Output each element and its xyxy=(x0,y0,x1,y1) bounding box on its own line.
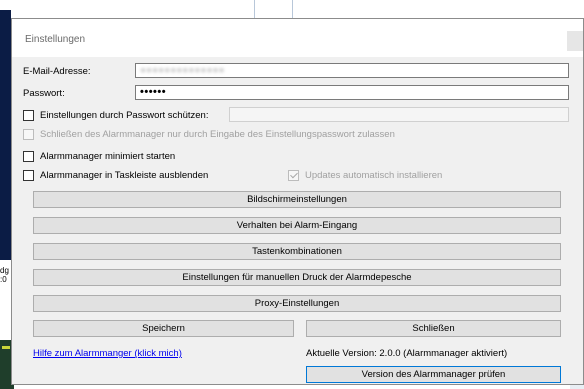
password-label: Passwort: xyxy=(23,88,65,99)
background-divider xyxy=(254,0,255,18)
dialog-titlebar[interactable]: Einstellungen xyxy=(12,19,583,57)
settings-password-field[interactable] xyxy=(229,107,569,122)
current-version-text: Aktuelle Version: 2.0.0 (Alarmmanager ak… xyxy=(306,348,508,359)
background-text: dg :0 xyxy=(0,266,9,284)
manual-print-settings-button[interactable]: Einstellungen für manuellen Druck der Al… xyxy=(33,269,561,286)
background-text-line: dg xyxy=(0,266,9,275)
screen-settings-button[interactable]: Bildschirmeinstellungen xyxy=(33,191,561,208)
background-text-line: :0 xyxy=(0,275,7,284)
close-only-with-password-checkbox[interactable] xyxy=(23,129,34,140)
window-close-button[interactable] xyxy=(567,31,583,51)
background-divider xyxy=(292,0,293,18)
email-value: ●●●●●●●●●●●●●● xyxy=(140,65,225,76)
password-field[interactable]: •••••• xyxy=(135,85,569,100)
start-minimized-label: Alarmmanager minimiert starten xyxy=(40,151,176,162)
dialog-title: Einstellungen xyxy=(25,34,86,45)
check-version-button[interactable]: Version des Alarmmanager prüfen xyxy=(306,366,561,383)
hide-in-taskbar-checkbox[interactable] xyxy=(23,170,34,181)
background-window-top xyxy=(0,0,584,18)
proxy-settings-button[interactable]: Proxy-Einstellungen xyxy=(33,295,561,312)
protect-settings-label: Einstellungen durch Passwort schützen: xyxy=(40,110,209,121)
key-combinations-button[interactable]: Tastenkombinationen xyxy=(33,243,561,260)
password-value: •••••• xyxy=(140,86,167,98)
alarm-behavior-button[interactable]: Verhalten bei Alarm-Eingang xyxy=(33,217,561,234)
close-button[interactable]: Schließen xyxy=(306,320,561,337)
background-dark-panel xyxy=(0,10,11,260)
protect-settings-checkbox[interactable] xyxy=(23,110,34,121)
background-map-mark xyxy=(2,346,10,349)
hide-in-taskbar-label: Alarmmanager in Taskleiste ausblenden xyxy=(40,170,209,181)
email-field[interactable]: ●●●●●●●●●●●●●● xyxy=(135,63,569,78)
start-minimized-checkbox[interactable] xyxy=(23,151,34,162)
help-link[interactable]: Hilfe zum Alarmmanger (klick mich) xyxy=(33,348,182,359)
settings-dialog: Einstellungen E-Mail-Adresse: ●●●●●●●●●●… xyxy=(11,18,584,385)
email-label: E-Mail-Adresse: xyxy=(23,66,91,77)
save-button[interactable]: Speichern xyxy=(33,320,294,337)
close-only-with-password-label: Schließen des Alarmmanager nur durch Ein… xyxy=(40,129,395,140)
auto-updates-label: Updates automatisch installieren xyxy=(305,170,443,181)
auto-updates-checkbox[interactable] xyxy=(288,170,299,181)
